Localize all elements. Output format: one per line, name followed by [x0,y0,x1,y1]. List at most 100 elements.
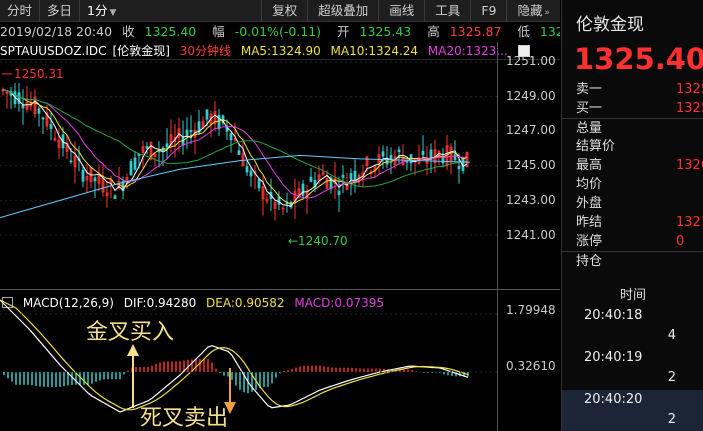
f9-button[interactable]: F9 [470,0,506,22]
tab-intraday[interactable]: 分时 [0,0,41,22]
candlestick-chart[interactable]: 1250.31 ←1240.70 [0,60,497,289]
ma5-label: MA5:1324.90 [240,44,321,58]
quote-rows: 卖一 1325 买一 1325 总量结算价最高 1326 均价外盘昨结 1321 涨停 0 持仓 [562,80,703,270]
tick-time: 20:40:20 [584,392,643,407]
close-value: 1325.40 [144,24,197,39]
ma5-line [2,89,468,207]
macd-chart[interactable] [0,290,497,431]
hide-button-label: 隐藏 [517,2,543,18]
quote-row: 结算价 [562,137,703,156]
candle-body [257,179,261,189]
ma20-label: MA20:1323... [427,44,508,58]
candle-body [421,150,425,156]
quote-row-label: 持仓 [576,254,603,269]
candle-body [129,161,133,176]
period-select[interactable]: 1分 ▼ [80,0,123,22]
period-label: 30分钟线 [179,44,232,58]
quote-row: 总量 [562,118,703,137]
quote-row-label: 涨停 [576,234,603,249]
price-tick: 1245.00 [506,158,556,172]
quote-row-label: 最高 [576,158,603,173]
overlay-button[interactable]: 超级叠加 [307,0,378,22]
quote-bar: 2019/02/18 20:40 收 1325.40 幅 -0.01%(-0.1… [0,22,560,42]
high-marker: 1250.31 [14,67,64,81]
macd-tick: 0.32610 [506,359,556,373]
tick-time: 20:40:18 [584,308,643,323]
quote-row-label: 结算价 [576,139,616,154]
quote-row: 买一 1325 [562,99,703,118]
candle-body [49,124,53,130]
close-label: 收 [122,24,135,39]
price-tick: 1251.00 [506,54,556,68]
quote-row: 最高 1326 [562,156,703,175]
toolbar-right-group: 复权 超级叠加 画线 工具 F9 隐藏» [261,0,560,22]
low-value: 1325.00 [539,24,560,39]
hide-button[interactable]: 隐藏» [506,0,560,22]
dea-line [0,299,469,411]
candle-body [381,151,385,157]
ma20-line [2,89,468,199]
tick-row[interactable]: 20:40:19 2 [562,348,703,390]
tick-row[interactable]: 20:40:18 4 [562,306,703,348]
instrument-name: 伦敦金现 [576,15,644,35]
tab-multiday[interactable]: 多日 [40,0,81,22]
candle-body [133,157,137,170]
candle-body [41,117,45,120]
price-tick: 1247.00 [506,123,556,137]
quote-row-label: 昨结 [576,215,603,230]
candle-body [185,129,189,136]
ma120-line [0,154,471,219]
quote-row-label: 买一 [576,101,603,116]
candle-body [341,174,345,178]
last-price: 1325.40 [574,42,703,76]
tick-time: 20:40:19 [584,350,643,365]
quote-row-value: 0 [676,234,685,249]
quote-row-label: 均价 [576,177,603,192]
tick-volume: 2 [667,412,676,427]
ma10-label: MA10:1324.24 [330,44,419,58]
quote-row-label: 卖一 [576,82,603,97]
quote-row-value: 1325 [676,101,703,116]
quote-row-label: 总量 [576,121,603,136]
quote-date: 2019/02/18 20:40 [0,24,113,39]
draw-line-button[interactable]: 画线 [378,0,424,22]
dif-line [0,299,469,413]
candle-body [145,146,149,149]
period-select-label: 1分 [87,2,108,18]
chart-legend: SPTAUUSDOZ.IDC [伦敦金现] 30分钟线 MA5:1324.90 M… [0,42,560,60]
golden-cross-annotation: 金叉买入 [86,320,175,345]
tick-volume: 2 [667,370,676,385]
symbol-code: SPTAUUSDOZ.IDC [0,44,107,58]
candle-body [453,154,457,161]
change-label: 幅 [212,24,225,39]
candle-body [277,196,281,205]
quote-row: 外盘 [562,194,703,213]
open-value: 1325.43 [359,24,412,39]
tools-button[interactable]: 工具 [424,0,470,22]
candle-body [69,160,73,163]
candle-body [189,130,193,133]
quote-row: 昨结 1321 [562,213,703,232]
candle-body [301,183,305,196]
quote-panel: 伦敦金现 1325.40 卖一 1325 买一 1325 总量结算价最高 1326 均价外盘… [561,0,703,431]
axis-divider [497,42,498,431]
ma10-line [2,89,468,205]
macd-histogram [3,359,469,394]
quote-row-value: 1326 [676,158,703,173]
adjust-button[interactable]: 复权 [261,0,307,22]
candle-body [389,154,393,160]
high-label: 高 [427,24,440,39]
price-tick: 1241.00 [506,228,556,242]
candle-body [113,195,117,199]
tick-row[interactable]: 20:40:20 2 [562,390,703,431]
candle-body [245,166,249,173]
quote-row: 均价 [562,175,703,194]
candle-body [81,169,85,182]
candle-body [249,170,253,177]
tick-volume: 4 [667,328,676,343]
candle-body [309,176,313,182]
symbol-name: [伦敦金现] [112,44,170,58]
candle-body [353,170,357,181]
quote-row-value: 1325 [676,82,703,97]
candle-body [237,150,241,155]
